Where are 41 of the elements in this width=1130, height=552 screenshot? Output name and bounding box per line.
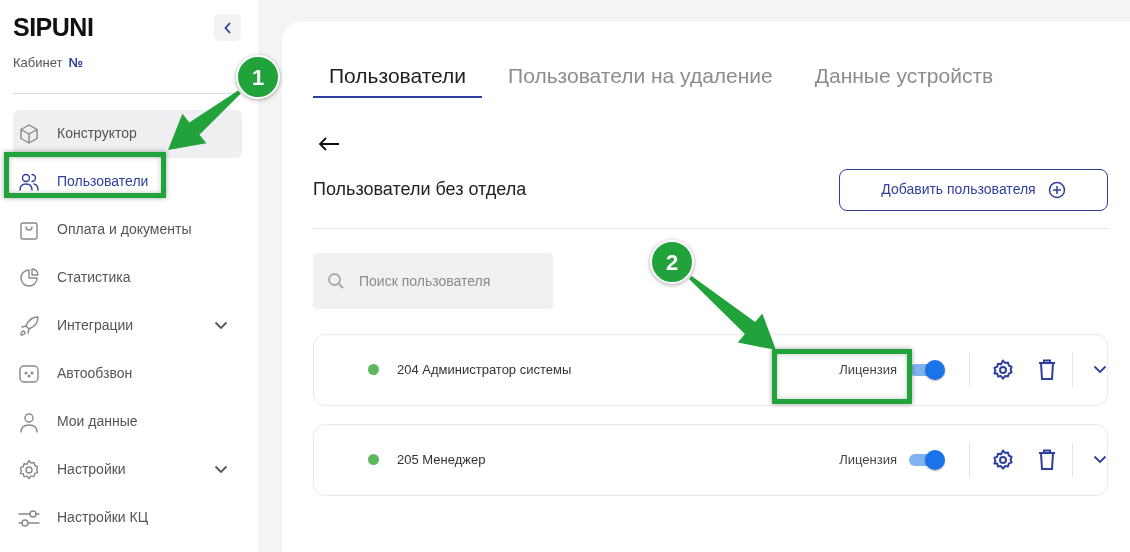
sidebar-item[interactable]: Статистика — [13, 253, 242, 302]
section-title: Пользователи без отдела — [313, 178, 527, 201]
search-icon — [327, 271, 345, 290]
sidebar-item[interactable]: Пользователи — [13, 157, 242, 206]
settings-button[interactable] — [992, 358, 1014, 381]
sidebar-item[interactable]: Оплата и документы — [13, 205, 242, 254]
person-icon — [18, 410, 40, 433]
add-user-button[interactable]: Добавить пользователя — [839, 168, 1108, 211]
expand-button[interactable] — [1093, 365, 1107, 374]
license-label: Лицензия — [839, 360, 897, 379]
logo: SIPUNI — [13, 15, 94, 40]
tab[interactable]: Пользователи — [313, 54, 483, 98]
user-name: 204 Администратор системы — [397, 360, 572, 379]
chevron-left-icon — [223, 21, 232, 34]
rocket-icon — [18, 314, 40, 337]
account-number: № — [68, 55, 83, 70]
settings-button[interactable] — [992, 448, 1014, 471]
sidebar-item[interactable]: Автообзвон — [13, 349, 242, 398]
back-arrow-icon[interactable] — [318, 135, 340, 152]
toggle-switch[interactable] — [909, 449, 945, 470]
user-name: 205 Менеджер — [397, 450, 486, 469]
chevron-down-icon[interactable] — [214, 465, 228, 474]
sidebar-item[interactable]: Интеграции — [13, 301, 242, 350]
expand-button[interactable] — [1093, 455, 1107, 464]
toggle-switch[interactable] — [909, 359, 945, 380]
delete-button[interactable] — [1038, 448, 1056, 471]
sidebar-item[interactable]: Мои данные — [13, 397, 242, 446]
delete-button[interactable] — [1038, 358, 1056, 381]
sidebar-item[interactable]: Настройки — [13, 445, 242, 494]
collapse-button[interactable] — [214, 14, 241, 41]
pie-chart-icon — [18, 266, 40, 289]
callout-number: 1 — [236, 55, 280, 99]
box-icon — [18, 122, 40, 145]
sidebar-item[interactable]: Настройки КЦ — [13, 493, 242, 542]
gear-icon — [18, 458, 40, 481]
account-label: Кабинет — [13, 55, 63, 70]
license-label: Лицензия — [839, 450, 897, 469]
chevron-down-icon[interactable] — [214, 321, 228, 330]
robot-face-icon — [18, 362, 40, 385]
search-field[interactable]: Поиск пользователя — [313, 252, 553, 309]
plus-circle-icon — [1047, 180, 1066, 199]
